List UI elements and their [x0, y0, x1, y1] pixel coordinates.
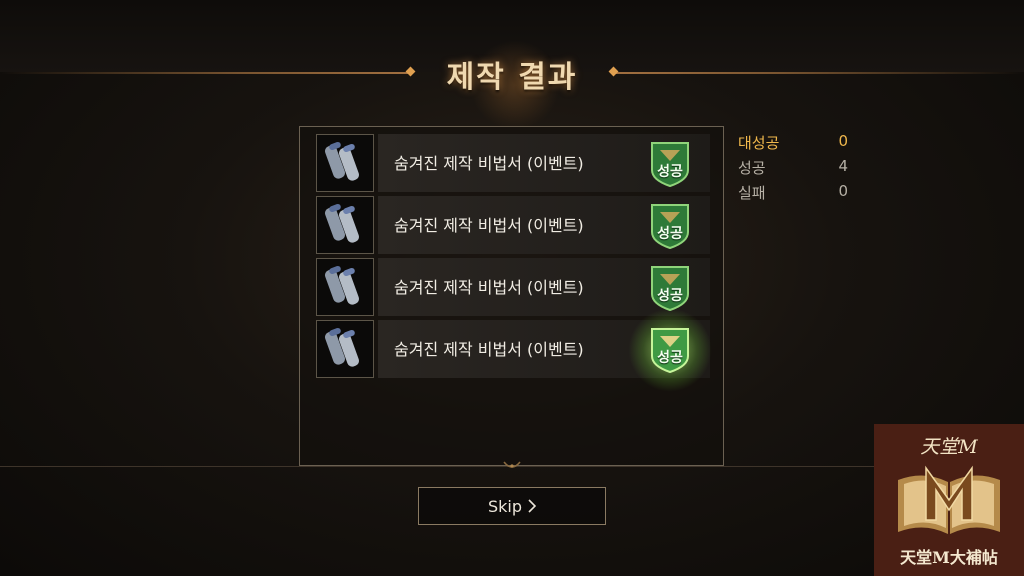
stat-value: 0: [838, 132, 848, 150]
result-row-bar: 숨겨진 제작 비법서 (이벤트) 성공: [378, 134, 710, 192]
scroll-icon[interactable]: [316, 196, 374, 254]
stat-success: 성공 4: [738, 155, 850, 180]
watermark-top-text: 天堂M: [920, 436, 978, 458]
stat-label: 실패: [738, 184, 766, 202]
page-title: 제작 결과: [446, 60, 578, 95]
success-badge-highlighted: 성공: [628, 308, 712, 392]
stat-value: 0: [838, 182, 848, 200]
chevron-right-icon: [528, 499, 537, 513]
item-name: 숨겨진 제작 비법서 (이벤트): [394, 216, 584, 235]
scroll-icon[interactable]: [316, 320, 374, 378]
result-label: 성공: [657, 350, 683, 366]
scroll-icon[interactable]: [316, 258, 374, 316]
result-row: 숨겨진 제작 비법서 (이벤트) 성공: [316, 196, 710, 254]
stat-label: 대성공: [738, 134, 780, 152]
skip-button[interactable]: Skip: [418, 487, 606, 525]
result-row-bar: 숨겨진 제작 비법서 (이벤트) 성공: [378, 308, 712, 392]
success-badge: 성공: [648, 202, 692, 250]
result-row: 숨겨진 제작 비법서 (이벤트) 성공: [316, 134, 710, 192]
book-m-logo: [898, 465, 1000, 534]
bottom-ornament: [503, 461, 521, 468]
result-row-bar: 숨겨진 제작 비법서 (이벤트) 성공: [378, 196, 710, 254]
stat-failure: 실패 0: [738, 180, 850, 205]
stat-value: 4: [838, 157, 848, 175]
watermark-bottom-text: 天堂M大補帖: [900, 548, 998, 567]
result-stats: 대성공 0 성공 4 실패 0: [738, 130, 850, 205]
scroll-icon[interactable]: [316, 134, 374, 192]
stat-label: 성공: [738, 159, 766, 177]
result-row: 숨겨진 제작 비법서 (이벤트) 성공: [316, 308, 712, 392]
skip-label: Skip: [487, 496, 523, 516]
result-row-bar: 숨겨진 제작 비법서 (이벤트) 성공: [378, 258, 710, 316]
result-label: 성공: [657, 226, 683, 242]
result-label: 성공: [657, 164, 683, 180]
watermark-logo: 天堂M 天堂M大補帖: [874, 424, 1024, 576]
item-name: 숨겨진 제작 비법서 (이벤트): [394, 340, 584, 359]
item-name: 숨겨진 제작 비법서 (이벤트): [394, 278, 584, 297]
result-label: 성공: [657, 288, 683, 304]
item-name: 숨겨진 제작 비법서 (이벤트): [394, 154, 584, 173]
stat-great-success: 대성공 0: [738, 130, 850, 155]
results-panel: 숨겨진 제작 비법서 (이벤트) 성공 숨겨진 제작 비법서 (이벤트) 성공 …: [299, 126, 724, 466]
result-row: 숨겨진 제작 비법서 (이벤트) 성공: [316, 258, 710, 316]
success-badge: 성공: [648, 140, 692, 188]
success-badge: 성공: [648, 264, 692, 312]
